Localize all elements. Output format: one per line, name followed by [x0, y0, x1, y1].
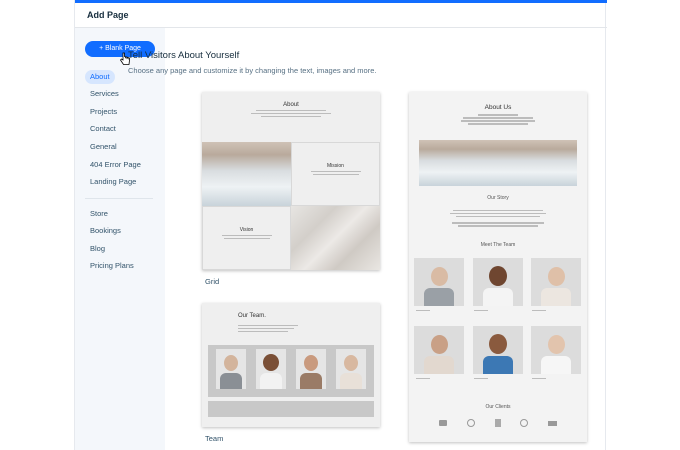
- client-logos: [439, 418, 557, 428]
- about-us-member: [414, 326, 464, 374]
- team-member: [216, 349, 246, 389]
- about-us-member: [473, 258, 523, 306]
- about-us-story: Our Story: [487, 195, 509, 201]
- grid-mission: Mission: [327, 163, 344, 169]
- about-us-member: [473, 326, 523, 374]
- team-member: [296, 349, 326, 389]
- sidebar-item-landing[interactable]: Landing Page: [85, 175, 141, 189]
- sidebar-item-store[interactable]: Store: [85, 207, 113, 221]
- about-us-image: [419, 140, 577, 186]
- app-window: Add Page + Blank Page About Services Pro…: [0, 0, 680, 450]
- about-us-clients: Our Clients: [485, 404, 511, 410]
- grid-vision-panel: Vision: [202, 206, 291, 270]
- client-logo: [466, 419, 475, 427]
- content-subtitle: Choose any page and customize it by chan…: [128, 66, 377, 75]
- grid-image-marble: [291, 206, 380, 270]
- grid-vision: Vision: [239, 227, 254, 233]
- template-label-team: Team: [205, 434, 224, 443]
- sidebar-item-pricing[interactable]: Pricing Plans: [85, 259, 139, 273]
- about-us-member: [531, 326, 581, 374]
- template-label-grid: Grid: [205, 277, 220, 286]
- template-card-team[interactable]: Our Team.: [202, 303, 380, 427]
- sidebar-item-services[interactable]: Services: [85, 87, 124, 101]
- team-heading: Our Team.: [238, 313, 266, 319]
- sidebar-divider: [85, 198, 153, 199]
- sidebar-item-about[interactable]: About: [85, 70, 115, 84]
- template-card-grid[interactable]: About Mission Vision: [202, 92, 380, 270]
- team-member: [336, 349, 366, 389]
- grid-heading: About: [283, 102, 299, 108]
- content-title: Tell Visitors About Yourself: [128, 50, 240, 61]
- client-logo: [520, 419, 529, 427]
- client-logo: [548, 420, 557, 426]
- panel-header: Add Page: [75, 3, 607, 28]
- sidebar-item-bookings[interactable]: Bookings: [85, 224, 126, 238]
- sidebar-item-blog[interactable]: Blog: [85, 242, 110, 256]
- sidebar-item-contact[interactable]: Contact: [85, 122, 121, 136]
- client-logo: [494, 419, 501, 427]
- about-us-heading: About Us: [484, 104, 512, 111]
- sidebar-item-404[interactable]: 404 Error Page: [85, 158, 146, 172]
- sidebar: + Blank Page About Services Projects Con…: [75, 28, 165, 450]
- team-footer-row: [208, 401, 374, 417]
- template-card-about-us[interactable]: About Us Our Story Meet The Team Our Cli…: [409, 92, 587, 442]
- client-logo: [439, 420, 447, 426]
- panel-title: Add Page: [87, 10, 129, 20]
- about-us-meet: Meet The Team: [480, 242, 516, 248]
- grid-mission-panel: Mission: [291, 142, 380, 206]
- grid-image-sea: [202, 142, 291, 206]
- sidebar-item-projects[interactable]: Projects: [85, 105, 122, 119]
- sidebar-item-general[interactable]: General: [85, 140, 122, 154]
- about-us-member: [414, 258, 464, 306]
- about-us-member: [531, 258, 581, 306]
- team-member: [256, 349, 286, 389]
- grid-header: About: [202, 92, 380, 142]
- team-members-row: [208, 345, 374, 397]
